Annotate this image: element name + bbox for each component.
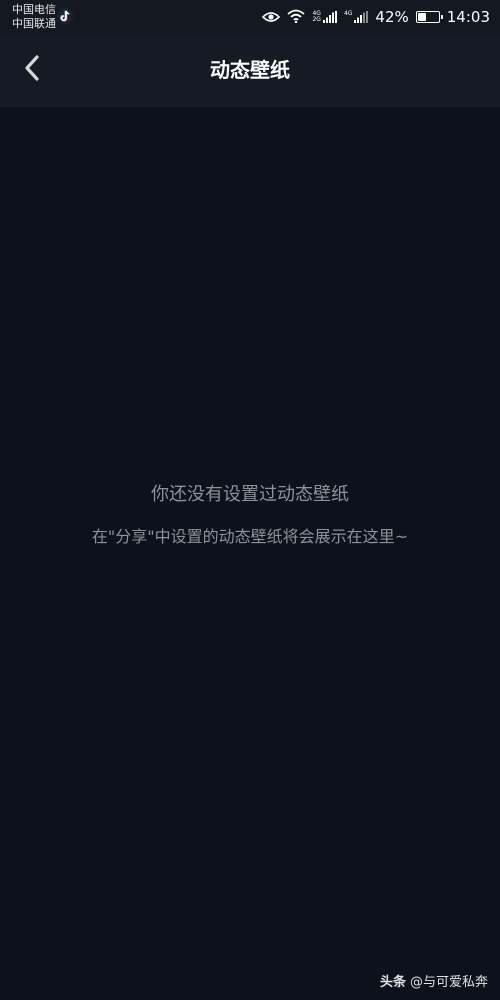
carrier-2: 中国联通 [12,17,56,30]
watermark-handle: @与可爱私奔 [409,975,488,990]
watermark: 头条 @与可爱私奔 [380,971,488,990]
carrier-info: 中国电信 中国联通 [12,3,56,31]
nav-bar: 动态壁纸 [0,34,500,107]
empty-state: 你还没有设置过动态壁纸 在"分享"中设置的动态壁纸将会展示在这里~ [0,482,500,549]
empty-state-description: 在"分享"中设置的动态壁纸将会展示在这里~ [91,527,409,546]
empty-state-title: 你还没有设置过动态壁纸 [151,484,349,505]
signal-icon [354,8,369,27]
signal-icon [322,8,337,27]
carrier-1: 中国电信 [12,3,56,16]
eye-icon [262,8,281,27]
watermark-brand: 头条 [379,975,406,990]
clock: 14:03 [446,8,490,26]
battery-percent: 42% [375,8,409,26]
network-type-2: 4G [343,10,353,17]
battery-charging-icon [415,11,443,23]
screen: 中国电信 中国联通 4G 2G 4G 42% 14:03 动态壁纸 你还没有设置… [0,0,500,1000]
battery-level [417,13,426,21]
page-title: 动态壁纸 [210,58,290,82]
network-type-1: 4G 2G [312,10,321,23]
tiktok-icon [57,8,73,24]
wifi-icon [287,8,306,27]
status-bar: 中国电信 中国联通 4G 2G 4G 42% 14:03 [0,0,500,34]
status-icons: 4G 2G 4G 42% 14:03 [262,0,490,34]
